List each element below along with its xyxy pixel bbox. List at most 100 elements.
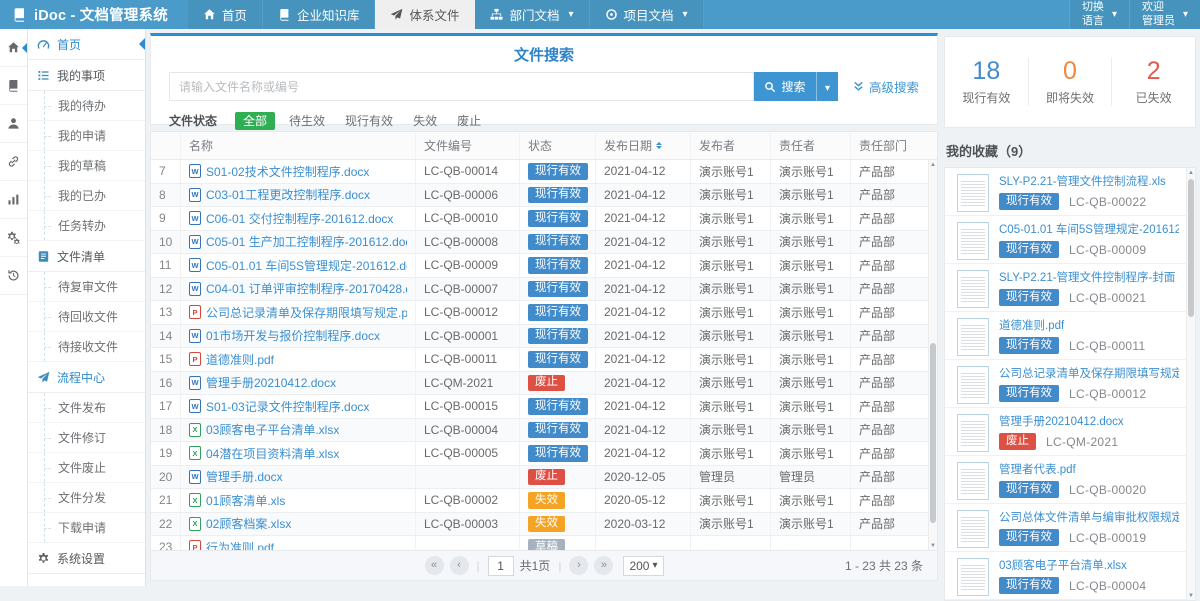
- page-size-select[interactable]: 200: [623, 556, 663, 576]
- table-row[interactable]: 20W管理手册.docx废止2020-12-05管理员管理员产品部: [151, 466, 937, 490]
- sidebar-subitem-文件发布[interactable]: 文件发布: [28, 393, 145, 423]
- advanced-search-link[interactable]: 高级搜索: [852, 72, 919, 101]
- status-filter-失效[interactable]: 失效: [413, 114, 437, 128]
- rail-item-history[interactable]: [0, 257, 27, 295]
- file-link[interactable]: WC04-01 订单评审控制程序-20170428.docx: [189, 280, 407, 297]
- favorite-item[interactable]: SLY-P2.21-管理文件控制流程.xls现行有效LC-QB-00022: [945, 168, 1195, 216]
- prev-page-button[interactable]: ‹: [450, 556, 469, 575]
- file-link[interactable]: W01市场开发与报价控制程序.docx: [189, 327, 380, 344]
- sidebar-subitem-文件修订[interactable]: 文件修订: [28, 423, 145, 453]
- sidebar-item-文件清单[interactable]: 文件清单: [28, 241, 145, 272]
- sidebar-subitem-待复审文件[interactable]: 待复审文件: [28, 272, 145, 302]
- table-row[interactable]: 7WS01-02技术文件控制程序.docxLC-QB-00014现行有效2021…: [151, 160, 937, 184]
- file-link[interactable]: WC06-01 交付控制程序-201612.docx: [189, 210, 393, 227]
- column-header-责任者[interactable]: 责任者: [771, 132, 851, 159]
- sidebar-subitem-文件废止[interactable]: 文件废止: [28, 453, 145, 483]
- first-page-button[interactable]: «: [425, 556, 444, 575]
- status-filter-废止[interactable]: 废止: [457, 114, 481, 128]
- status-filter-全部[interactable]: 全部: [235, 112, 275, 130]
- table-row[interactable]: 23P行为准则.pdf草稿: [151, 536, 937, 550]
- rail-item-user[interactable]: [0, 105, 27, 143]
- sidebar-item-我的事项[interactable]: 我的事项: [28, 60, 145, 91]
- favorite-item[interactable]: 公司总体文件清单与编审批权限规定.pdf现行有效LC-QB-00019: [945, 504, 1195, 552]
- nav-item-circleo[interactable]: 项目文档: [590, 0, 704, 29]
- document-thumbnail[interactable]: [957, 366, 989, 404]
- favorite-item[interactable]: 公司总记录清单及保存期限填写规定.pdf现行有效LC-QB-00012: [945, 360, 1195, 408]
- nav-item-sitemap[interactable]: 部门文档: [475, 0, 589, 29]
- file-link[interactable]: X01顾客清单.xls: [189, 492, 285, 509]
- sort-icon[interactable]: [656, 139, 662, 153]
- sidebar-subitem-任务转办[interactable]: 任务转办: [28, 211, 145, 241]
- table-row[interactable]: 15P道德准则.pdfLC-QB-00011现行有效2021-04-12演示账号…: [151, 348, 937, 372]
- favorite-file-link[interactable]: 公司总记录清单及保存期限填写规定.pdf: [999, 366, 1179, 383]
- sidebar-item-首页[interactable]: 首页: [28, 29, 145, 60]
- rail-item-chart[interactable]: [0, 181, 27, 219]
- table-row[interactable]: 8WC03-01工程更改控制程序.docxLC-QB-00006现行有效2021…: [151, 184, 937, 208]
- file-link[interactable]: WS01-02技术文件控制程序.docx: [189, 163, 369, 180]
- document-thumbnail[interactable]: [957, 222, 989, 260]
- table-row[interactable]: 11WC05-01.01 车间5S管理规定-201612.docLC-QB-00…: [151, 254, 937, 278]
- favorite-item[interactable]: 管理手册20210412.docx废止LC-QM-2021: [945, 408, 1195, 456]
- scroll-down-icon[interactable]: ▼: [929, 541, 937, 550]
- table-row[interactable]: 9WC06-01 交付控制程序-201612.docxLC-QB-00010现行…: [151, 207, 937, 231]
- sidebar-subitem-文件分发[interactable]: 文件分发: [28, 483, 145, 513]
- scrollbar-thumb[interactable]: [1188, 179, 1194, 317]
- scroll-down-icon[interactable]: ▼: [1187, 591, 1195, 600]
- table-row[interactable]: 17WS01-03记录文件控制程序.docxLC-QB-00015现行有效202…: [151, 395, 937, 419]
- table-row[interactable]: 14W01市场开发与报价控制程序.docxLC-QB-00001现行有效2021…: [151, 325, 937, 349]
- favorite-file-link[interactable]: 道德准则.pdf: [999, 318, 1179, 335]
- table-row[interactable]: 21X01顾客清单.xlsLC-QB-00002失效2020-05-12演示账号…: [151, 489, 937, 513]
- document-thumbnail[interactable]: [957, 174, 989, 212]
- favorite-file-link[interactable]: 公司总体文件清单与编审批权限规定.pdf: [999, 510, 1179, 527]
- table-row[interactable]: 19X04潜在项目资料清单.xlsxLC-QB-00005现行有效2021-04…: [151, 442, 937, 466]
- nav-item-book[interactable]: 企业知识库: [263, 0, 376, 29]
- favorite-item[interactable]: 管理者代表.pdf现行有效LC-QB-00020: [945, 456, 1195, 504]
- file-link[interactable]: W管理手册20210412.docx: [189, 374, 336, 391]
- document-thumbnail[interactable]: [957, 318, 989, 356]
- rail-item-gears[interactable]: [0, 219, 27, 257]
- file-link[interactable]: WC05-01 生产加工控制程序-201612.docx: [189, 233, 407, 250]
- rail-item-link[interactable]: [0, 143, 27, 181]
- column-header-名称[interactable]: 名称: [181, 132, 416, 159]
- last-page-button[interactable]: »: [594, 556, 613, 575]
- user-menu[interactable]: 欢迎管理员: [1129, 0, 1200, 29]
- table-row[interactable]: 16W管理手册20210412.docxLC-QM-2021废止2021-04-…: [151, 372, 937, 396]
- document-thumbnail[interactable]: [957, 510, 989, 548]
- sidebar-subitem-待接收文件[interactable]: 待接收文件: [28, 332, 145, 362]
- nav-item-home[interactable]: 首页: [188, 0, 263, 29]
- table-row[interactable]: 10WC05-01 生产加工控制程序-201612.docxLC-QB-0000…: [151, 231, 937, 255]
- nav-item-send[interactable]: 体系文件: [375, 0, 475, 29]
- file-link[interactable]: P道德准则.pdf: [189, 351, 274, 368]
- favorite-item[interactable]: SLY-P2.21-管理文件控制程序-封面 1.1.docx现行有效LC-QB-…: [945, 264, 1195, 312]
- sidebar-item-系统设置[interactable]: 系统设置: [28, 543, 145, 574]
- table-scrollbar[interactable]: ▲ ▼: [928, 160, 937, 550]
- sidebar-item-流程中心[interactable]: 流程中心: [28, 362, 145, 393]
- search-button[interactable]: 搜索: [754, 72, 816, 101]
- column-header-发布日期[interactable]: 发布日期: [596, 132, 691, 159]
- file-link[interactable]: WS01-03记录文件控制程序.docx: [189, 398, 369, 415]
- rail-item-home[interactable]: [0, 29, 27, 67]
- file-link[interactable]: W管理手册.docx: [189, 468, 283, 485]
- favorite-file-link[interactable]: SLY-P2.21-管理文件控制程序-封面 1.1.docx: [999, 270, 1179, 287]
- file-link[interactable]: X03顾客电子平台清单.xlsx: [189, 421, 339, 438]
- file-link[interactable]: WC03-01工程更改控制程序.docx: [189, 186, 370, 203]
- favorite-item[interactable]: C05-01.01 车间5S管理规定-201612.doc现行有效LC-QB-0…: [945, 216, 1195, 264]
- sidebar-subitem-我的申请[interactable]: 我的申请: [28, 121, 145, 151]
- favorites-scrollbar[interactable]: ▲ ▼: [1186, 168, 1195, 600]
- sidebar-subitem-我的待办[interactable]: 我的待办: [28, 91, 145, 121]
- table-row[interactable]: 13P公司总记录清单及保存期限填写规定.pdfLC-QB-00012现行有效20…: [151, 301, 937, 325]
- column-header-文件编号[interactable]: 文件编号: [416, 132, 520, 159]
- favorite-file-link[interactable]: 03顾客电子平台清单.xlsx: [999, 558, 1179, 575]
- page-number-input[interactable]: 1: [488, 556, 514, 576]
- status-filter-现行有效[interactable]: 现行有效: [345, 114, 393, 128]
- file-link[interactable]: X04潜在项目资料清单.xlsx: [189, 445, 339, 462]
- document-thumbnail[interactable]: [957, 414, 989, 452]
- sidebar-subitem-我的草稿[interactable]: 我的草稿: [28, 151, 145, 181]
- scroll-up-icon[interactable]: ▲: [929, 160, 937, 169]
- favorite-item[interactable]: 道德准则.pdf现行有效LC-QB-00011: [945, 312, 1195, 360]
- document-thumbnail[interactable]: [957, 462, 989, 500]
- file-link[interactable]: P行为准则.pdf: [189, 539, 274, 550]
- sidebar-subitem-下载申请[interactable]: 下载申请: [28, 513, 145, 543]
- favorite-file-link[interactable]: C05-01.01 车间5S管理规定-201612.doc: [999, 222, 1179, 239]
- scrollbar-thumb[interactable]: [930, 343, 936, 522]
